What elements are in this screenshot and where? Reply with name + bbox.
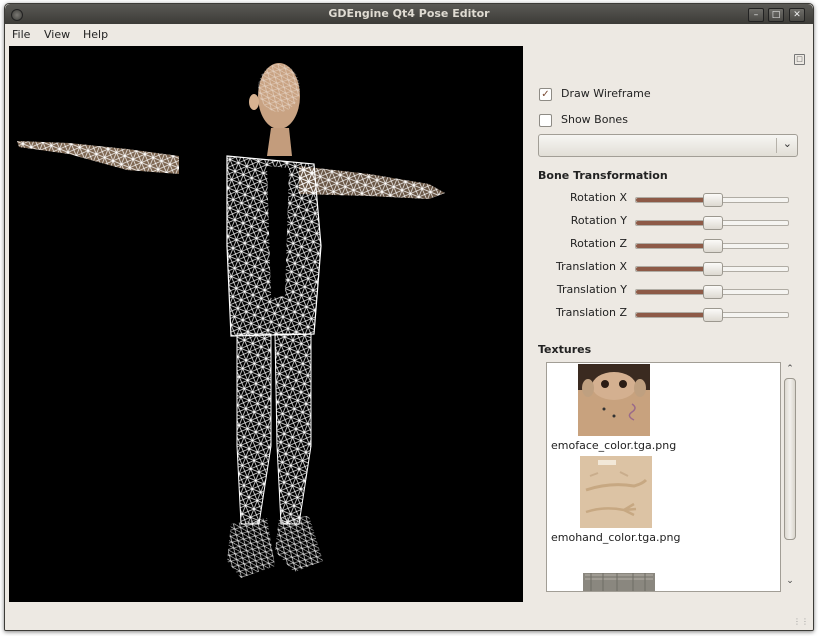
translation-y-slider[interactable] [635,285,789,299]
translation-y-slider-fill [636,290,712,294]
translation-z-label: Translation Z [556,306,627,319]
menu-help[interactable]: Help [83,28,108,41]
translation-y-label: Translation Y [556,283,627,296]
texture-thumbnail-hand [580,456,652,528]
slider-row-translation-x: Translation X [527,260,813,278]
rotation-z-slider-fill [636,244,712,248]
slider-row-rotation-y: Rotation Y [527,214,813,232]
texture-name: emoface_color.tga.png [551,439,677,452]
rotation-y-slider-handle[interactable] [703,216,723,230]
rotation-z-slider[interactable] [635,239,789,253]
texture-name: emohand_color.tga.png [551,531,681,544]
rotation-x-label: Rotation X [569,191,627,204]
show-bones-label: Show Bones [561,113,628,126]
wireframe-model [17,63,445,578]
translation-z-slider-fill [636,313,712,317]
title-bar[interactable]: GDEngine Qt4 Pose Editor – □ ✕ [5,4,813,24]
draw-wireframe-label: Draw Wireframe [561,87,651,100]
texture-thumbnail-clothes [583,573,655,591]
model-torso [226,155,322,337]
rotation-x-slider-fill [636,198,712,202]
unchecked-box-icon [539,114,552,127]
textures-list[interactable]: emoface_color.tga.png emohand_color.tga.… [546,362,781,592]
bone-transformation-title: Bone Transformation [538,169,668,182]
model-legs [227,333,323,578]
translation-z-slider-handle[interactable] [703,308,723,322]
resize-grip-icon[interactable]: ⋮⋮ [793,617,809,626]
close-icon: ✕ [793,10,801,20]
translation-y-slider-handle[interactable] [703,285,723,299]
slider-row-translation-z: Translation Z [527,306,813,324]
scroll-down-icon[interactable]: ⌄ [783,576,797,588]
rotation-z-label: Rotation Z [569,237,627,250]
rotation-x-slider[interactable] [635,193,789,207]
menu-file[interactable]: File [12,28,30,41]
maximize-button[interactable]: □ [768,8,784,22]
translation-z-slider[interactable] [635,308,789,322]
status-bar: ⋮⋮ [5,602,813,630]
dock-float-button[interactable]: □ [794,54,805,65]
model-head [249,63,300,156]
maximize-icon: □ [771,10,781,20]
dropdown-separator [776,138,777,153]
window-title: GDEngine Qt4 Pose Editor [328,7,490,20]
scrollbar-thumb[interactable] [784,378,796,540]
chevron-down-icon: ⌄ [782,137,792,150]
close-button[interactable]: ✕ [789,8,805,22]
rotation-z-slider-handle[interactable] [703,239,723,253]
minimize-button[interactable]: – [748,8,764,22]
rotation-x-slider-handle[interactable] [703,193,723,207]
slider-row-translation-y: Translation Y [527,283,813,301]
slider-row-rotation-z: Rotation Z [527,237,813,255]
slider-row-rotation-x: Rotation X [527,191,813,209]
main-window: GDEngine Qt4 Pose Editor – □ ✕ File View… [4,3,814,631]
menu-bar: File View Help [5,24,813,46]
translation-x-slider-handle[interactable] [703,262,723,276]
rotation-y-slider-fill [636,221,712,225]
menu-view[interactable]: View [44,28,70,41]
translation-x-slider-fill [636,267,712,271]
checkmark-icon: ✓ [539,88,552,101]
pose-controls-panel: □ ✓ Draw Wireframe Show Bones ⌄ Bone Tra… [527,46,813,602]
3d-viewport[interactable] [9,46,523,602]
rotation-y-label: Rotation Y [570,214,627,227]
texture-thumbnail-face [578,364,650,436]
bone-select-dropdown[interactable]: ⌄ [538,134,798,157]
textures-scrollbar[interactable]: ⌃ ⌄ [783,362,797,590]
textures-title: Textures [538,343,592,356]
translation-x-slider[interactable] [635,262,789,276]
float-icon: □ [796,55,803,63]
minimize-icon: – [753,10,759,20]
scroll-up-icon[interactable]: ⌃ [783,364,797,376]
translation-x-label: Translation X [556,260,627,273]
rotation-y-slider[interactable] [635,216,789,230]
